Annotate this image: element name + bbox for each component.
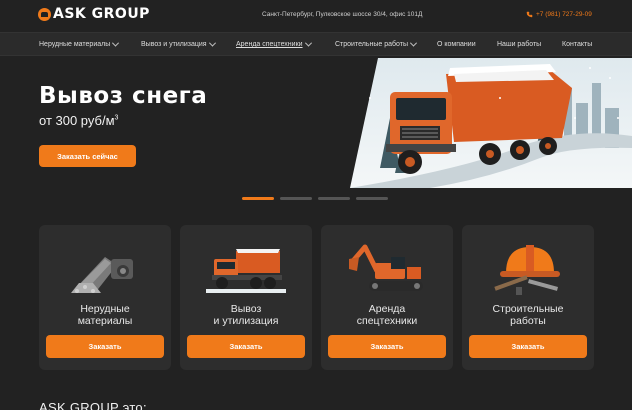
card-title: Строительные работы (462, 303, 594, 327)
service-card-aggregates: Нерудные материалы Заказать (39, 225, 171, 370)
card-title: Вывоз и утилизация (180, 303, 312, 327)
logo-icon (38, 8, 51, 21)
nav-label: Аренда спецтехники (236, 41, 303, 48)
hard-hat-icon (494, 245, 560, 295)
slider-pagination (242, 197, 388, 200)
nav-item-rental[interactable]: Аренда спецтехники (236, 39, 312, 48)
order-button[interactable]: Заказать (187, 335, 305, 358)
nav-item-removal[interactable]: Вывоз и утилизация (141, 39, 216, 48)
chevron-down-icon (208, 39, 216, 47)
card-title-line: и утилизация (213, 315, 279, 327)
nav-item-aggregates[interactable]: Нерудные материалы (39, 39, 120, 48)
nav-item-about[interactable]: О компании (437, 41, 476, 48)
dump-truck-icon (206, 249, 286, 293)
nav-item-contacts[interactable]: Контакты (562, 41, 592, 48)
slider-dot[interactable] (242, 197, 274, 200)
nav-label: Контакты (562, 41, 593, 48)
order-now-button[interactable]: Заказать сейчас (39, 145, 136, 167)
order-button[interactable]: Заказать (46, 335, 164, 358)
logo[interactable]: ASK GROUP (38, 6, 150, 22)
logo-text: ASK GROUP (53, 6, 150, 22)
crusher-icon (71, 257, 133, 293)
service-card-rental: Аренда спецтехники Заказать (321, 225, 453, 370)
nav-label: Наши работы (497, 41, 542, 48)
slider-dot[interactable] (280, 197, 312, 200)
service-card-removal: Вывоз и утилизация Заказать (180, 225, 312, 370)
chevron-down-icon (409, 39, 418, 47)
card-title-line: Нерудные (80, 303, 130, 315)
hero-price-text: от 300 руб/м (39, 113, 115, 128)
order-button[interactable]: Заказать (469, 335, 587, 358)
card-title-line: Вывоз (230, 303, 262, 315)
main-nav: Нерудные материалы Вывоз и утилизация Ар… (0, 32, 632, 56)
order-button[interactable]: Заказать (328, 335, 446, 358)
card-title: Нерудные материалы (39, 303, 171, 327)
hero-dump-truck-image (350, 58, 632, 188)
section-heading: ASK GROUP это: (39, 400, 147, 410)
address-text: Санкт-Петербург, Пулковское шоссе 30/4, … (262, 11, 423, 18)
nav-label: Строительные работы (335, 41, 408, 48)
nav-label: О компании (437, 41, 476, 48)
card-title-line: спецтехники (356, 315, 418, 327)
hero-price-sup: 3 (114, 114, 119, 122)
excavator-icon (349, 244, 423, 291)
chevron-down-icon (304, 39, 312, 47)
nav-label: Вывоз и утилизация (141, 41, 207, 48)
top-bar: ASK GROUP Санкт-Петербург, Пулковское шо… (0, 0, 632, 30)
slider-dot[interactable] (356, 197, 388, 200)
card-title-line: работы (510, 315, 546, 327)
service-card-construction: Строительные работы Заказать (462, 225, 594, 370)
hero-price: от 300 руб/м3 (39, 113, 118, 128)
chevron-down-icon (112, 39, 120, 47)
phone-number: +7 (981) 727-29-09 (536, 11, 592, 18)
nav-item-construction[interactable]: Строительные работы (335, 39, 418, 48)
card-title: Аренда спецтехники (321, 303, 453, 327)
card-title-line: Строительные (492, 303, 564, 315)
phone-link[interactable]: +7 (981) 727-29-09 (526, 11, 592, 18)
card-title-line: Аренда (368, 303, 406, 315)
card-title-line: материалы (77, 315, 133, 327)
slider-dot[interactable] (318, 197, 350, 200)
hero-title: Вывоз снега (39, 83, 208, 109)
nav-label: Нерудные материалы (39, 41, 111, 48)
phone-icon (526, 11, 533, 18)
nav-item-works[interactable]: Наши работы (497, 41, 541, 48)
